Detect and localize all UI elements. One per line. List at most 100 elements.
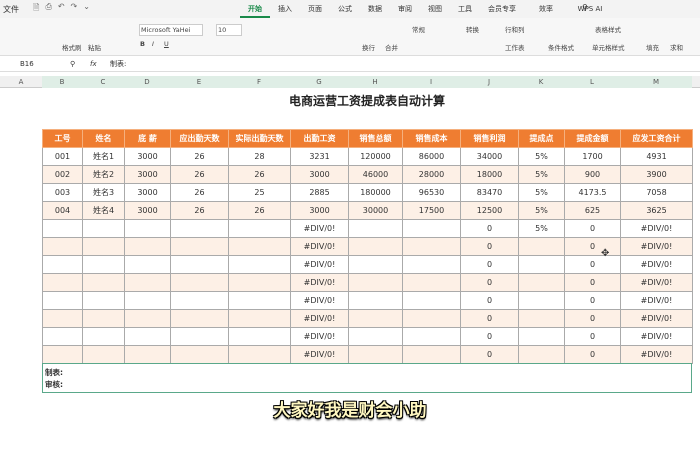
table-cell[interactable]: 姓名1 <box>82 147 125 166</box>
table-cell[interactable]: 5% <box>518 165 565 184</box>
number-format-select[interactable]: 常规 <box>412 24 425 34</box>
save-icon[interactable]: 🗎 <box>33 2 39 16</box>
chevron-down-icon[interactable]: ⌄ <box>83 2 90 16</box>
conditional-format-button[interactable]: 条件格式 <box>548 42 574 52</box>
bold-button[interactable]: B <box>140 40 145 48</box>
table-cell[interactable] <box>228 273 291 292</box>
table-cell[interactable] <box>170 273 229 292</box>
table-cell[interactable] <box>42 327 83 346</box>
table-cell[interactable]: 86000 <box>402 147 461 166</box>
column-header-A[interactable]: A <box>0 76 42 88</box>
table-cell[interactable]: 7058 <box>620 183 693 202</box>
table-cell[interactable]: 3900 <box>620 165 693 184</box>
table-cell[interactable]: #DIV/0! <box>620 327 693 346</box>
tab-0[interactable]: 开始 <box>240 0 270 18</box>
tab-9[interactable]: 效率 <box>524 0 568 18</box>
table-cell[interactable]: 0 <box>564 327 621 346</box>
table-cell[interactable] <box>124 237 171 256</box>
table-cell[interactable]: 25 <box>228 183 291 202</box>
zoom-icon[interactable]: ⚲ <box>70 60 90 68</box>
table-cell[interactable] <box>42 345 83 364</box>
table-cell[interactable] <box>348 255 403 274</box>
table-cell[interactable] <box>518 273 565 292</box>
table-cell[interactable]: #DIV/0! <box>290 327 349 346</box>
table-cell[interactable] <box>42 273 83 292</box>
formula-input[interactable]: 制表: <box>110 59 126 69</box>
table-cell[interactable] <box>402 345 461 364</box>
table-cell[interactable]: 0 <box>460 327 519 346</box>
table-cell[interactable] <box>228 309 291 328</box>
table-cell[interactable]: 180000 <box>348 183 403 202</box>
table-cell[interactable]: 0 <box>460 237 519 256</box>
table-cell[interactable]: 3000 <box>124 147 171 166</box>
table-cell[interactable] <box>124 219 171 238</box>
table-cell[interactable]: 26 <box>170 147 229 166</box>
column-header-M[interactable]: M <box>620 76 692 88</box>
table-cell[interactable]: #DIV/0! <box>290 219 349 238</box>
tab-6[interactable]: 视图 <box>420 0 450 18</box>
table-cell[interactable]: 001 <box>42 147 83 166</box>
function-icon[interactable]: fx <box>90 60 110 68</box>
table-cell[interactable]: 0 <box>460 345 519 364</box>
table-cell[interactable] <box>348 219 403 238</box>
table-cell[interactable] <box>170 327 229 346</box>
table-cell[interactable]: #DIV/0! <box>620 219 693 238</box>
table-cell[interactable]: #DIV/0! <box>620 291 693 310</box>
table-cell[interactable]: 26 <box>228 165 291 184</box>
table-cell[interactable] <box>348 273 403 292</box>
table-cell[interactable]: 0 <box>564 255 621 274</box>
wrap-button[interactable]: 换行 <box>362 42 375 52</box>
table-cell[interactable] <box>518 327 565 346</box>
table-cell[interactable]: 28000 <box>402 165 461 184</box>
table-cell[interactable]: 3000 <box>124 183 171 202</box>
name-box[interactable]: B16 <box>0 60 70 68</box>
table-cell[interactable]: 2885 <box>290 183 349 202</box>
paste-button[interactable]: 粘贴 <box>88 42 101 52</box>
cell-style-button[interactable]: 单元格样式 <box>592 42 625 52</box>
table-cell[interactable] <box>518 255 565 274</box>
column-header-I[interactable]: I <box>402 76 460 88</box>
table-cell[interactable] <box>228 291 291 310</box>
table-cell[interactable]: 002 <box>42 165 83 184</box>
table-cell[interactable] <box>348 309 403 328</box>
table-cell[interactable]: 姓名4 <box>82 201 125 220</box>
table-cell[interactable] <box>82 255 125 274</box>
table-cell[interactable]: #DIV/0! <box>290 291 349 310</box>
underline-button[interactable]: U <box>164 40 169 48</box>
table-cell[interactable]: 120000 <box>348 147 403 166</box>
file-menu[interactable]: 文件 <box>3 4 19 15</box>
table-cell[interactable]: #DIV/0! <box>620 309 693 328</box>
table-cell[interactable]: 5% <box>518 147 565 166</box>
table-cell[interactable]: #DIV/0! <box>620 237 693 256</box>
undo-icon[interactable]: ↶ <box>58 2 65 16</box>
column-header-E[interactable]: E <box>170 76 228 88</box>
table-cell[interactable] <box>82 327 125 346</box>
rows-cols-button[interactable]: 行和列 <box>505 24 525 34</box>
search-icon[interactable]: ⚲ <box>582 3 588 12</box>
table-cell[interactable] <box>82 219 125 238</box>
italic-button[interactable]: I <box>152 40 154 48</box>
tab-10[interactable]: WPS AI <box>568 0 612 18</box>
table-cell[interactable] <box>42 255 83 274</box>
fill-button[interactable]: 填充 <box>646 42 659 52</box>
table-cell[interactable] <box>518 237 565 256</box>
column-header-G[interactable]: G <box>290 76 348 88</box>
table-cell[interactable]: 30000 <box>348 201 403 220</box>
table-cell[interactable]: 3625 <box>620 201 693 220</box>
table-cell[interactable] <box>124 291 171 310</box>
table-cell[interactable] <box>170 309 229 328</box>
table-cell[interactable] <box>170 237 229 256</box>
redo-icon[interactable]: ↷ <box>71 2 78 16</box>
tab-4[interactable]: 数据 <box>360 0 390 18</box>
print-icon[interactable]: ⎙ <box>45 2 51 16</box>
tab-3[interactable]: 公式 <box>330 0 360 18</box>
table-cell[interactable]: 3000 <box>290 165 349 184</box>
table-cell[interactable]: 0 <box>460 273 519 292</box>
table-cell[interactable]: 28 <box>228 147 291 166</box>
font-select[interactable]: Microsoft YaHei <box>139 24 203 36</box>
table-cell[interactable]: #DIV/0! <box>290 273 349 292</box>
table-cell[interactable] <box>228 327 291 346</box>
table-cell[interactable] <box>170 291 229 310</box>
table-cell[interactable]: 900 <box>564 165 621 184</box>
table-cell[interactable]: 0 <box>564 219 621 238</box>
